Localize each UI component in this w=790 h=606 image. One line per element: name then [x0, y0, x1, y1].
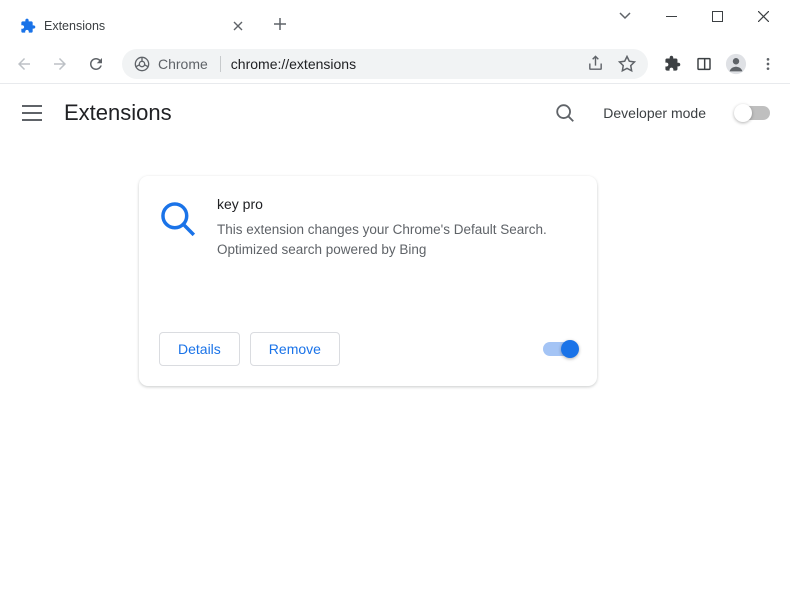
extension-icon: [159, 200, 197, 238]
address-bar[interactable]: Chrome chrome://extensions: [122, 49, 648, 79]
close-window-button[interactable]: [740, 0, 786, 32]
page-header: Extensions Developer mode: [0, 84, 790, 142]
kebab-menu-icon[interactable]: [754, 50, 782, 78]
tab-title: Extensions: [44, 19, 222, 33]
new-tab-button[interactable]: [266, 10, 294, 38]
page-title: Extensions: [64, 100, 527, 126]
sidepanel-icon[interactable]: [690, 50, 718, 78]
details-button[interactable]: Details: [159, 332, 240, 366]
extension-name: key pro: [217, 196, 577, 212]
extensions-list: key pro This extension changes your Chro…: [0, 142, 790, 386]
developer-mode-toggle[interactable]: [736, 106, 770, 120]
share-icon[interactable]: [587, 55, 604, 72]
search-icon[interactable]: [547, 95, 583, 131]
close-tab-icon[interactable]: [230, 18, 246, 34]
maximize-window-button[interactable]: [694, 0, 740, 32]
extension-card: key pro This extension changes your Chro…: [139, 176, 597, 386]
forward-button[interactable]: [44, 48, 76, 80]
developer-mode-label: Developer mode: [603, 105, 706, 121]
bookmark-star-icon[interactable]: [618, 55, 636, 73]
back-button[interactable]: [8, 48, 40, 80]
minimize-window-button[interactable]: [648, 0, 694, 32]
reload-button[interactable]: [80, 48, 112, 80]
omnibox-chip-label: Chrome: [158, 56, 208, 72]
tab-search-icon[interactable]: [602, 0, 648, 32]
extensions-icon[interactable]: [658, 50, 686, 78]
browser-toolbar: Chrome chrome://extensions: [0, 44, 790, 84]
omnibox-security-chip[interactable]: Chrome: [134, 56, 221, 72]
chrome-logo-icon: [134, 56, 150, 72]
browser-tab[interactable]: Extensions: [8, 8, 258, 44]
extension-enabled-toggle[interactable]: [543, 342, 577, 356]
window-titlebar: Extensions: [0, 0, 790, 44]
profile-avatar-icon[interactable]: [722, 50, 750, 78]
extension-description: This extension changes your Chrome's Def…: [217, 220, 577, 261]
omnibox-url: chrome://extensions: [231, 56, 577, 72]
puzzle-piece-icon: [20, 18, 36, 34]
hamburger-menu-icon[interactable]: [20, 101, 44, 125]
remove-button[interactable]: Remove: [250, 332, 340, 366]
